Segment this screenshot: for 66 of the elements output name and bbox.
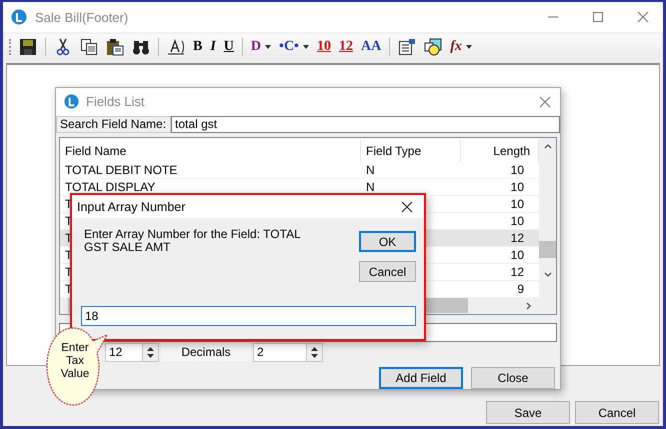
toolbar-button[interactable]: 10 [314, 37, 333, 57]
dialog-button[interactable]: OK [359, 231, 416, 252]
window-title: Sale Bill(Footer) [35, 10, 128, 24]
shapes-icon[interactable] [424, 38, 442, 56]
binoculars-icon[interactable] [132, 38, 150, 56]
footer-button[interactable]: Cancel [575, 401, 659, 424]
toolbar-button[interactable]: B [191, 37, 204, 57]
scroll-right-icon[interactable] [526, 302, 532, 310]
text-box-icon[interactable] [167, 38, 185, 56]
spin-down-icon[interactable] [311, 354, 318, 358]
dialog-title: Fields List [86, 94, 145, 110]
caret-icon [265, 45, 272, 49]
dialog-button[interactable]: Close [471, 367, 555, 389]
table-row[interactable]: TOTAL DEBIT NOTE N 10 [60, 162, 539, 179]
dialog-button[interactable]: Cancel [359, 261, 416, 282]
dialog-button[interactable]: Add Field [379, 367, 463, 389]
clipboard-icon[interactable] [106, 38, 124, 56]
scroll-up-icon[interactable] [544, 142, 552, 149]
footer-button[interactable]: Save [486, 401, 570, 424]
toolbar-button[interactable]: U [222, 37, 236, 57]
table-cell-text: 10 [510, 246, 525, 263]
dialog-title: Input Array Number [77, 200, 186, 214]
toolbar-button[interactable]: •C• [277, 37, 311, 57]
table-cell-text: 10 [510, 178, 525, 195]
scissors-icon[interactable] [54, 38, 72, 56]
table-cell-text: 9 [516, 280, 525, 297]
toolbar-button[interactable]: I [208, 37, 218, 57]
maximize-icon[interactable] [592, 11, 604, 23]
toolbar-button[interactable]: fx [448, 37, 474, 57]
table-cell: N [366, 162, 375, 177]
search-field[interactable]: total gst [171, 116, 560, 133]
array-number-field[interactable]: 18 [81, 306, 416, 326]
spin-down-icon[interactable] [147, 354, 154, 358]
decimals-spinner[interactable]: 2 [253, 342, 323, 362]
decimals-label: Decimals [161, 343, 251, 362]
table-cell-text: 10 [510, 196, 525, 212]
properties-icon[interactable] [398, 38, 416, 56]
dialog-message: Enter Array Number for the Field: TOTAL GST SALE AMT [83, 228, 302, 256]
spinner-value: 12 [109, 345, 122, 360]
table-cell-text: 10 [510, 162, 525, 178]
spinner-value: 2 [257, 345, 264, 360]
callout-text: Enter Tax Value [60, 342, 90, 381]
scrollbar-thumb[interactable] [539, 240, 556, 258]
logo-icon [11, 9, 27, 25]
column-header[interactable]: Field Type [361, 140, 461, 162]
toolbar-button[interactable]: D [248, 37, 274, 57]
logo-icon [64, 94, 79, 110]
table-cell-text: 12 [510, 264, 525, 280]
table-cell: TOTAL DISPLAY [65, 180, 156, 194]
close-icon[interactable] [401, 200, 413, 212]
caret-icon [302, 45, 309, 49]
spin-up-icon[interactable] [147, 346, 154, 351]
vertical-scrollbar[interactable] [539, 138, 556, 298]
toolbar-button[interactable]: AA [358, 37, 384, 57]
scroll-down-icon[interactable] [544, 272, 552, 278]
table-cell-text: 10 [510, 212, 525, 229]
spin-up-icon[interactable] [311, 346, 318, 351]
copy-icon[interactable] [80, 38, 98, 56]
table-cell-text: 12 [510, 230, 525, 246]
search-label: Search Field Name: [56, 116, 172, 133]
length-spinner[interactable]: 12 [105, 342, 159, 362]
column-header[interactable]: Field Name [60, 140, 361, 162]
toolbar-button[interactable]: 12 [336, 37, 355, 57]
caret-icon [466, 45, 472, 49]
table-cell: N [366, 180, 375, 194]
table-cell: TOTAL DEBIT NOTE [65, 162, 178, 177]
